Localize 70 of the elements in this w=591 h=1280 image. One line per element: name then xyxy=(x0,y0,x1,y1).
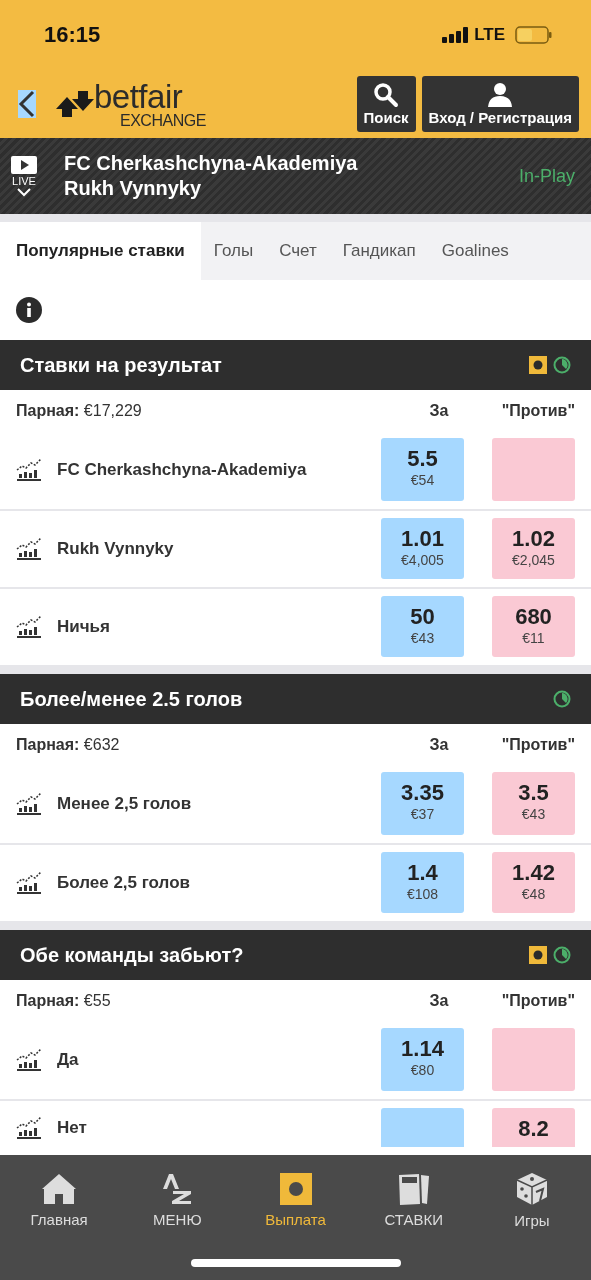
matched-amount: Парная: €632 xyxy=(16,735,121,754)
nav-item[interactable]: СТАВКИ xyxy=(354,1155,473,1245)
live-label: LIVE xyxy=(12,174,36,187)
back-price-button[interactable]: 3.35 €37 xyxy=(381,772,464,835)
logo-text: betfair xyxy=(94,79,183,113)
chart-icon[interactable] xyxy=(16,791,42,816)
in-play-label: In-Play xyxy=(518,165,575,187)
search-button[interactable]: Поиск xyxy=(356,76,416,132)
info-icon[interactable] xyxy=(16,297,42,323)
back-icon[interactable] xyxy=(18,90,36,118)
market-tab[interactable]: Счет xyxy=(266,222,330,280)
dice-icon xyxy=(514,1171,549,1206)
chart-icon[interactable] xyxy=(16,1047,42,1072)
chevron-down-icon[interactable] xyxy=(17,187,31,197)
lay-column-label: "Против" xyxy=(500,401,575,420)
runner-name: Более 2,5 голов xyxy=(57,872,191,893)
bet-slip-icon xyxy=(396,1172,431,1205)
matched-amount: Парная: €55 xyxy=(16,991,112,1010)
cash-out-icon xyxy=(279,1172,312,1205)
back-price-button[interactable]: 5.5 €54 xyxy=(381,438,464,501)
play-icon xyxy=(11,155,37,174)
market-title: Ставки на результат xyxy=(20,353,222,377)
login-button[interactable]: Вход / Регистрация xyxy=(421,76,579,132)
back-price-button[interactable]: 1.14 €80 xyxy=(381,1028,464,1091)
team-name: Rukh Vynnyky xyxy=(64,177,203,200)
runner-name: FC Cherkashchyna-Akademiya xyxy=(57,459,308,480)
market-tab[interactable]: Голы xyxy=(200,222,267,280)
lay-column-label: "Против" xyxy=(500,735,575,754)
lay-price-button[interactable]: 1.02 €2,045 xyxy=(492,518,575,579)
logo-arrows-icon xyxy=(56,89,94,119)
nav-item[interactable]: МЕНЮ xyxy=(118,1155,237,1245)
matched-amount: Парная: €17,229 xyxy=(16,401,143,420)
house-icon xyxy=(41,1172,78,1205)
signal-icon xyxy=(442,27,471,43)
lay-price-button[interactable]: 8.2 xyxy=(492,1108,575,1147)
lay-price-button[interactable]: 3.5 €43 xyxy=(492,772,575,835)
back-price-button[interactable]: 1.01 €4,005 xyxy=(381,518,464,579)
market-title: Более/менее 2.5 голов xyxy=(20,687,243,711)
status-time: 16:15 xyxy=(44,22,101,48)
nav-item[interactable]: Игры xyxy=(472,1155,591,1245)
back-column-label: За xyxy=(428,991,450,1010)
chart-icon[interactable] xyxy=(16,614,42,639)
runner-name: Ничья xyxy=(57,616,111,637)
runner-name: Rukh Vynnyky xyxy=(57,538,175,559)
back-price-button[interactable]: 50 €43 xyxy=(381,596,464,657)
lay-column-label: "Против" xyxy=(500,991,575,1010)
chart-icon[interactable] xyxy=(16,1115,42,1140)
back-column-label: За xyxy=(428,401,450,420)
runner-name: Нет xyxy=(57,1117,88,1138)
market-tab[interactable]: Гандикап xyxy=(329,222,429,280)
lay-price-button[interactable]: 1.42 €48 xyxy=(492,852,575,913)
runner-name: Менее 2,5 голов xyxy=(57,793,193,814)
back-price-button[interactable]: 1.4 €108 xyxy=(381,852,464,913)
logo-subtitle: EXCHANGE xyxy=(120,112,206,129)
battery-icon xyxy=(515,26,553,44)
back-column-label: За xyxy=(428,735,450,754)
market-title: Обе команды забьют? xyxy=(20,943,244,967)
market-tab[interactable]: Goalines xyxy=(428,222,522,280)
chart-icon[interactable] xyxy=(16,536,42,561)
lay-price-button[interactable]: 680 €11 xyxy=(492,596,575,657)
team-name: FC Cherkashchyna-Akademiya xyxy=(64,152,358,175)
market-tab[interactable]: Популярные ставки xyxy=(0,222,201,280)
search-icon xyxy=(373,82,400,108)
chart-icon[interactable] xyxy=(16,457,42,482)
person-icon xyxy=(487,82,514,108)
nav-item[interactable]: Выплата xyxy=(236,1155,355,1245)
chart-icon[interactable] xyxy=(16,870,42,895)
runner-name: Да xyxy=(57,1049,80,1070)
network-label: LTE xyxy=(474,25,505,45)
nav-item[interactable]: Главная xyxy=(0,1155,119,1245)
